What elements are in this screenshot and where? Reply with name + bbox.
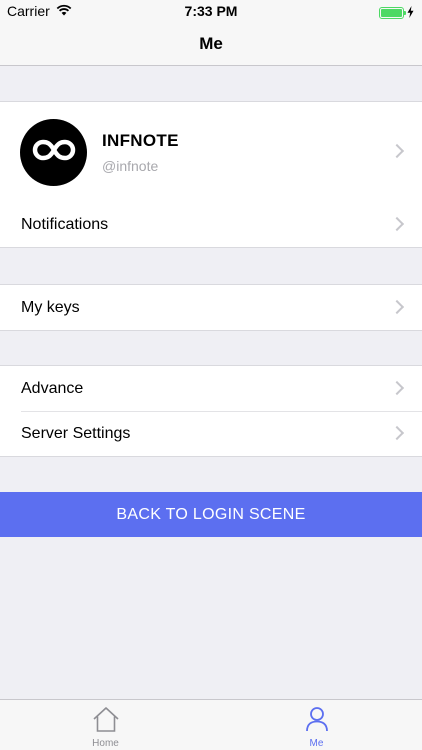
charging-icon bbox=[407, 5, 414, 21]
avatar bbox=[20, 118, 87, 186]
chevron-right-icon bbox=[389, 380, 405, 395]
advance-row[interactable]: Advance bbox=[0, 366, 422, 411]
notifications-label: Notifications bbox=[21, 215, 109, 233]
me-screen: Carrier 7:33 PM Me INFNOTE @infnote Noti… bbox=[0, 0, 422, 750]
battery-nub bbox=[404, 11, 406, 15]
chevron-right-icon bbox=[389, 299, 405, 314]
chevron-right-icon bbox=[389, 143, 405, 159]
tab-me[interactable]: Me bbox=[211, 700, 422, 750]
notifications-row[interactable]: Notifications bbox=[0, 202, 422, 247]
home-icon bbox=[92, 706, 120, 737]
advance-label: Advance bbox=[21, 379, 84, 397]
battery-fill bbox=[381, 9, 402, 17]
page-title: Me bbox=[199, 33, 223, 53]
keys-group: My keys bbox=[0, 284, 422, 331]
profile-row[interactable]: INFNOTE @infnote bbox=[0, 102, 422, 202]
back-to-login-button[interactable]: BACK TO LOGIN SCENE bbox=[0, 492, 422, 537]
my-keys-row[interactable]: My keys bbox=[0, 285, 422, 330]
settings-group: Advance Server Settings bbox=[0, 365, 422, 457]
tab-me-label: Me bbox=[309, 738, 324, 749]
tab-home[interactable]: Home bbox=[0, 700, 211, 750]
profile-text: INFNOTE @infnote bbox=[102, 131, 179, 174]
profile-name: INFNOTE bbox=[102, 130, 179, 150]
tab-bar: Home Me bbox=[0, 699, 422, 750]
server-settings-label: Server Settings bbox=[21, 424, 131, 442]
navigation-bar: Me bbox=[0, 22, 422, 66]
person-icon bbox=[304, 706, 330, 737]
status-time: 7:33 PM bbox=[184, 3, 238, 19]
battery-icon bbox=[379, 7, 406, 19]
server-settings-row[interactable]: Server Settings bbox=[0, 411, 422, 456]
my-keys-label: My keys bbox=[21, 298, 80, 316]
status-bar: Carrier 7:33 PM bbox=[0, 0, 422, 22]
tab-home-label: Home bbox=[92, 738, 119, 749]
profile-handle: @infnote bbox=[102, 157, 159, 174]
infinity-icon bbox=[31, 138, 77, 167]
profile-group: INFNOTE @infnote Notifications bbox=[0, 101, 422, 248]
chevron-right-icon bbox=[389, 425, 405, 440]
chevron-right-icon bbox=[389, 216, 405, 231]
status-right bbox=[379, 5, 414, 21]
